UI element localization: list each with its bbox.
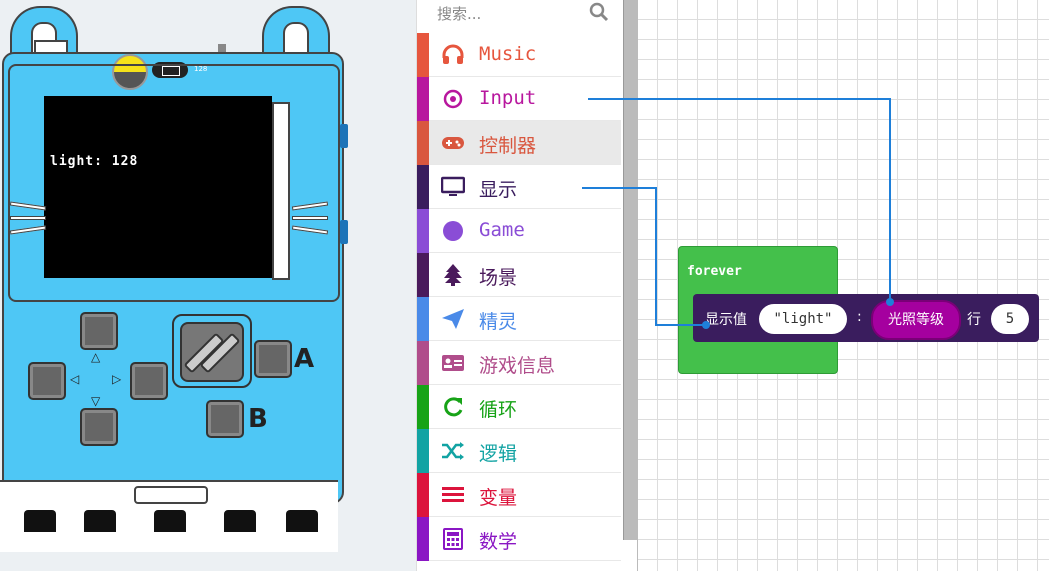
b-button-label: B bbox=[248, 404, 268, 434]
headphones-icon bbox=[442, 44, 464, 64]
shuffle-icon bbox=[442, 442, 464, 460]
category-display[interactable]: 显示 bbox=[417, 165, 621, 209]
category-input[interactable]: Input bbox=[417, 77, 621, 121]
forever-label: forever bbox=[687, 264, 742, 279]
category-label: 场景 bbox=[479, 267, 518, 289]
id-card-icon bbox=[442, 355, 464, 371]
whisker bbox=[292, 216, 328, 220]
device-screen: light: 128 bbox=[44, 96, 272, 278]
colon-label: : bbox=[857, 309, 862, 325]
category-controller[interactable]: 控制器 bbox=[417, 121, 621, 165]
list-icon bbox=[442, 487, 464, 502]
category-logic[interactable]: 逻辑 bbox=[417, 429, 621, 473]
dpad-left-button[interactable] bbox=[28, 362, 66, 400]
category-scene[interactable]: 场景 bbox=[417, 253, 621, 297]
category-label: 游戏信息 bbox=[479, 355, 556, 377]
arrow-up-icon: △ bbox=[91, 350, 101, 364]
arrow-down-icon: ▽ bbox=[91, 394, 101, 408]
dpad-up-button[interactable] bbox=[80, 312, 118, 350]
row-input[interactable]: 5 bbox=[991, 304, 1029, 334]
calculator-icon bbox=[443, 528, 463, 550]
category-label: Music bbox=[479, 43, 537, 65]
game-simulator: 128 light: 128 △ ◁ ▷ ▽ A B bbox=[0, 0, 416, 571]
loop-icon bbox=[444, 397, 463, 417]
input-target-icon bbox=[443, 89, 463, 109]
tree-icon bbox=[444, 264, 462, 286]
search-input[interactable]: 搜索... bbox=[437, 3, 481, 24]
category-variables[interactable]: 变量 bbox=[417, 473, 621, 517]
arrow-left-icon: ◁ bbox=[70, 372, 80, 386]
paper-plane-icon bbox=[442, 309, 464, 329]
device-bottom bbox=[0, 480, 338, 552]
b-button[interactable] bbox=[206, 400, 244, 438]
device-body: 128 light: 128 △ ◁ ▷ ▽ A B bbox=[2, 52, 348, 504]
show-value-label: 显示值 bbox=[705, 312, 747, 328]
category-label: 显示 bbox=[479, 179, 518, 201]
side-button[interactable] bbox=[340, 124, 348, 148]
a-button[interactable] bbox=[254, 340, 292, 378]
light-level-block[interactable]: 光照等级 bbox=[871, 300, 961, 340]
category-label: 逻辑 bbox=[479, 443, 518, 465]
dpad-right-button[interactable] bbox=[130, 362, 168, 400]
circle-icon bbox=[443, 221, 463, 241]
category-label: 变量 bbox=[479, 487, 518, 509]
screen-text: light: 128 bbox=[50, 154, 139, 169]
search-box[interactable]: 搜索... bbox=[417, 0, 637, 32]
category-label: 控制器 bbox=[479, 135, 537, 157]
category-math[interactable]: 数学 bbox=[417, 517, 621, 561]
category-loops[interactable]: 循环 bbox=[417, 385, 621, 429]
screen-edge bbox=[272, 102, 290, 280]
side-button[interactable] bbox=[340, 220, 348, 244]
toolbox-scrollbar[interactable] bbox=[623, 0, 638, 540]
search-icon[interactable] bbox=[589, 2, 609, 22]
category-game[interactable]: Game bbox=[417, 209, 621, 253]
string-input[interactable]: "light" bbox=[759, 304, 847, 334]
whisker bbox=[10, 216, 46, 220]
category-label: Input bbox=[479, 87, 537, 109]
show-value-block[interactable]: 显示值 "light" : 光照等级 行 5 bbox=[693, 294, 1039, 342]
category-label: Game bbox=[479, 219, 525, 241]
category-game-info[interactable]: 游戏信息 bbox=[417, 341, 621, 385]
gamepad-icon bbox=[442, 137, 464, 149]
a-button-label: A bbox=[294, 344, 315, 374]
category-label: 数学 bbox=[479, 531, 518, 553]
category-music[interactable]: Music bbox=[417, 33, 621, 77]
toolbox: 搜索... Music Input 控制器 显示 Game 场景 精灵 游戏信息… bbox=[416, 0, 638, 571]
arrow-right-icon: ▷ bbox=[112, 372, 122, 386]
monitor-icon bbox=[441, 176, 465, 196]
blocks-workspace[interactable]: forever 显示值 "light" : 光照等级 行 5 bbox=[637, 0, 1049, 571]
category-label: 精灵 bbox=[479, 311, 518, 333]
category-sprites[interactable]: 精灵 bbox=[417, 297, 621, 341]
row-label: 行 bbox=[967, 312, 981, 328]
menu-button[interactable] bbox=[172, 314, 252, 388]
category-label: 循环 bbox=[479, 399, 518, 421]
dpad-down-button[interactable] bbox=[80, 408, 118, 446]
